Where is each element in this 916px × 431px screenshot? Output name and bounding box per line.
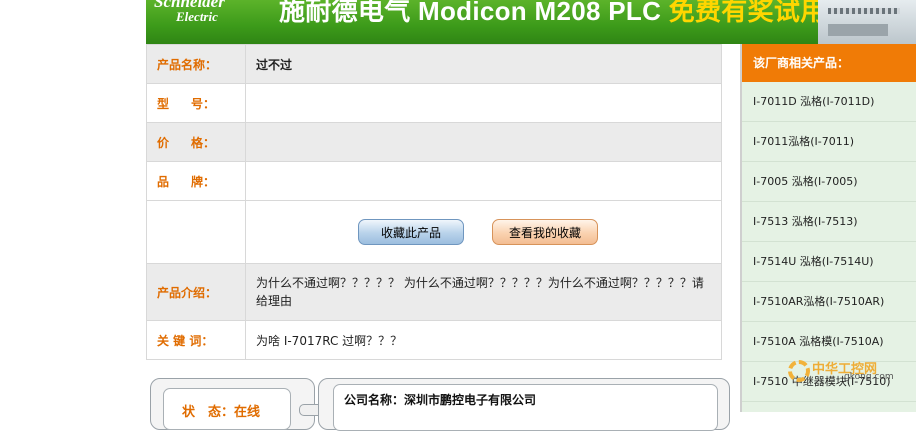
product-name-label: 产品名称： <box>146 44 246 84</box>
model-label: 型 号： <box>146 83 246 123</box>
brand-line1: Schneider <box>154 0 225 11</box>
related-product-link[interactable]: I-7510AR泓格(I-7510AR) <box>742 282 916 322</box>
introduction-label: 产品介绍： <box>146 263 246 321</box>
keywords-label: 关 键 词： <box>146 320 246 360</box>
gear-icon <box>788 360 810 382</box>
row-brand: 品 牌： <box>146 161 722 201</box>
related-products-header: 该厂商相关产品： <box>742 44 916 82</box>
row-price: 价 格： <box>146 122 722 162</box>
company-label: 公司名称： <box>344 393 405 407</box>
company-panel: 公司名称：深圳市鹏控电子有限公司 <box>318 378 730 431</box>
related-product-link[interactable]: I-7514U 泓格(I-7514U) <box>742 242 916 282</box>
related-products-sidebar: 该厂商相关产品： I-7011D 泓格(I-7011D) I-7011泓格(I-… <box>740 44 916 412</box>
related-product-link[interactable]: I-7510A 泓格模(I-7510A) <box>742 322 916 362</box>
brand-value <box>245 161 722 201</box>
related-product-link[interactable]: I-7011D 泓格(I-7011D) <box>742 82 916 122</box>
banner-title: 施耐德电气 Modicon M208 PLC 免费有奖试用 <box>279 0 827 28</box>
brand-line2: Electric <box>176 9 218 24</box>
model-value <box>245 83 722 123</box>
view-my-favorites-button[interactable]: 查看我的收藏 <box>492 219 598 245</box>
keywords-value: 为啥 I-7017RC 过啊？？？ <box>245 320 722 360</box>
related-product-link[interactable]: I-7011泓格(I-7011) <box>742 122 916 162</box>
row-introduction: 产品介绍： 为什么不通过啊？？？？？ 为什么不通过啊？？？？？为什么不通过啊？？… <box>146 263 722 321</box>
add-favorite-button[interactable]: 收藏此产品 <box>358 219 464 245</box>
price-label-b: 格： <box>191 135 216 150</box>
top-banner-ad[interactable]: Schneider Electric 施耐德电气 Modicon M208 PL… <box>146 0 916 44</box>
price-label-a: 价 <box>157 135 170 150</box>
row-keywords: 关 键 词： 为啥 I-7017RC 过啊？？？ <box>146 320 722 360</box>
row-model: 型 号： <box>146 83 722 123</box>
product-name-value: 过不过 <box>245 44 722 84</box>
model-label-b: 号： <box>191 96 216 111</box>
related-product-link[interactable]: I-7005 泓格(I-7005) <box>742 162 916 202</box>
banner-title-promo: 免费有奖试用 <box>668 0 827 26</box>
row-product-name: 产品名称： 过不过 <box>146 44 722 84</box>
price-value <box>245 122 722 162</box>
plc-device-image <box>818 0 916 44</box>
gkong-watermark: 中华工控网 gkong.com <box>788 360 916 386</box>
row-actions: 收藏此产品 查看我的收藏 <box>146 200 722 264</box>
product-info-table: 产品名称： 过不过 型 号： 价 格： 品 牌： 收藏此产品 查看我的收藏 产品介绍： … <box>146 44 722 360</box>
actions-cell: 收藏此产品 查看我的收藏 <box>245 200 722 264</box>
watermark-url: gkong.com <box>844 372 894 382</box>
status-line: 状 态：在线 <box>182 401 260 420</box>
price-label: 价 格： <box>146 122 246 162</box>
model-label-a: 型 <box>157 96 170 111</box>
introduction-value: 为什么不通过啊？？？？？ 为什么不通过啊？？？？？为什么不通过啊？？？？？请给理… <box>245 263 722 321</box>
status-inner-box: 状 态：在线 <box>163 388 291 430</box>
brand-label-b: 牌： <box>191 174 216 189</box>
brand-label-a: 品 <box>157 174 170 189</box>
company-name[interactable]: 深圳市鹏控电子有限公司 <box>404 393 536 407</box>
brand-label: 品 牌： <box>146 161 246 201</box>
company-inner-box: 公司名称：深圳市鹏控电子有限公司 <box>333 384 718 431</box>
status-panel: 状 态：在线 <box>150 378 315 430</box>
banner-title-main: 施耐德电气 Modicon M208 PLC <box>279 0 669 26</box>
status-value: 在线 <box>234 405 261 420</box>
status-label: 状 态： <box>182 405 235 420</box>
company-line: 公司名称：深圳市鹏控电子有限公司 <box>344 391 536 408</box>
actions-spacer <box>146 200 246 264</box>
related-product-link[interactable]: I-7513 泓格(I-7513) <box>742 202 916 242</box>
schneider-logo: Schneider Electric <box>154 0 225 24</box>
